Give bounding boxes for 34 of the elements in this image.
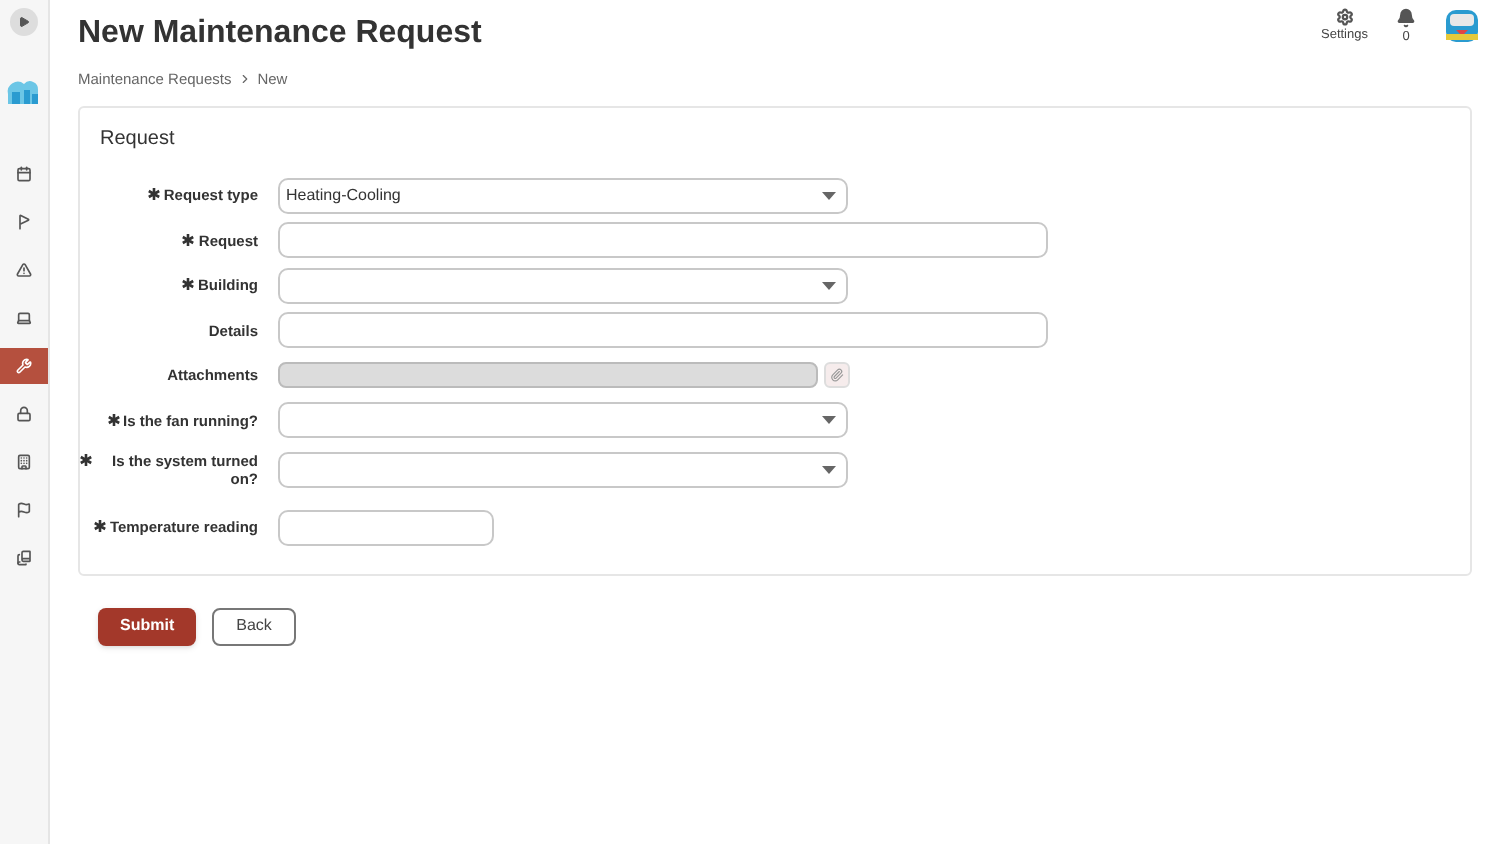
text-field[interactable] [278,312,1048,348]
submit-button[interactable]: Submit [98,607,197,646]
paperclip-icon [830,368,844,382]
page-title: New Maintenance Request [78,14,482,54]
play-icon [18,16,30,28]
section-title: Request [100,126,177,155]
building-icon [16,454,32,470]
flag-icon [16,502,32,518]
select-field[interactable] [278,402,848,438]
flag-icon [16,214,32,230]
calendar-icon [16,166,32,182]
select-field[interactable] [278,451,848,488]
warning-icon [16,262,32,278]
select-field[interactable] [278,267,848,303]
books-icon [16,550,32,566]
back-button[interactable]: Back [212,607,296,646]
expand-button[interactable] [10,8,38,36]
sidebar-item[interactable] [0,348,48,384]
text-field[interactable] [278,509,494,545]
attach-button[interactable] [824,362,850,388]
bell-icon [1396,8,1416,28]
text-field[interactable] [278,222,1048,258]
caret-icon [822,416,836,424]
settings-icon [1335,8,1354,26]
laptop-icon [16,310,32,326]
select-field[interactable]: Heating-Cooling [278,177,848,213]
lock-icon [16,406,32,422]
chevron-icon [237,72,252,87]
avatar[interactable] [1444,8,1480,44]
caret-icon [822,191,836,199]
caret-icon [822,465,836,474]
logo-icon [4,78,44,106]
wrench-icon [16,358,32,374]
caret-icon [822,281,836,289]
